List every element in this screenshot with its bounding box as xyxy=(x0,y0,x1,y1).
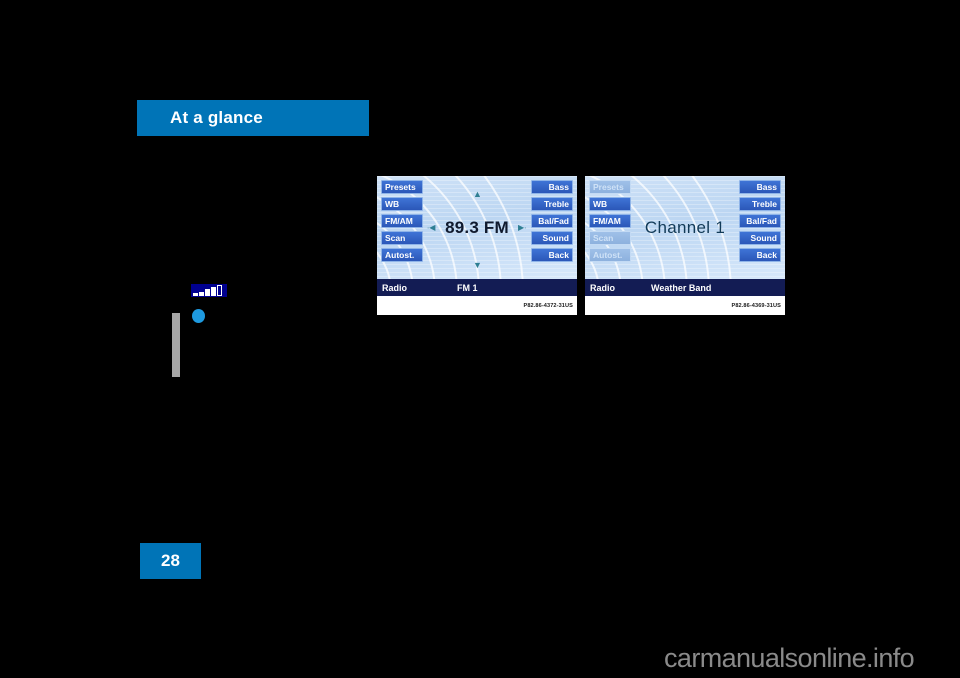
signal-bars-icon xyxy=(191,284,227,297)
signal-bar-1 xyxy=(193,293,198,296)
radio-screen-weather: Presets WB FM/AM Scan Autost. Bass Trebl… xyxy=(585,176,785,279)
softkey-scan[interactable]: Scan xyxy=(381,231,423,245)
blue-bullet-dot xyxy=(192,309,205,323)
left-button-column-fm: Presets WB FM/AM Scan Autost. xyxy=(381,180,423,262)
page-number-label: 28 xyxy=(161,551,180,570)
signal-bar-3 xyxy=(205,289,210,296)
frequency-display: 89.3 FM xyxy=(445,217,509,237)
figure-caption-fm: P82.86-4372-31US xyxy=(377,296,577,315)
softkey-treble[interactable]: Treble xyxy=(531,197,573,211)
arrow-left-icon[interactable]: ∙◀ xyxy=(427,224,435,232)
status-source-label: Radio xyxy=(382,282,408,293)
softkey-presets: Presets xyxy=(589,180,631,194)
radio-screen-fm: Presets WB FM/AM Scan Autost. Bass Trebl… xyxy=(377,176,577,279)
signal-bar-5 xyxy=(217,285,222,296)
arrow-up-icon[interactable]: ▲ xyxy=(473,190,482,199)
softkey-scan: Scan xyxy=(589,231,631,245)
right-button-column-weather: Bass Treble Bal/Fad Sound Back xyxy=(739,180,781,262)
softkey-bal-fad[interactable]: Bal/Fad xyxy=(739,214,781,228)
softkey-autostore[interactable]: Autost. xyxy=(381,248,423,262)
screen-center-weather: Channel 1 xyxy=(637,176,733,279)
softkey-wb[interactable]: WB xyxy=(589,197,631,211)
right-button-column-fm: Bass Treble Bal/Fad Sound Back xyxy=(531,180,573,262)
softkey-autostore: Autost. xyxy=(589,248,631,262)
softkey-back[interactable]: Back xyxy=(739,248,781,262)
gray-vertical-rule xyxy=(172,313,180,377)
arrow-right-icon[interactable]: ▶∙ xyxy=(518,224,526,232)
softkey-wb[interactable]: WB xyxy=(381,197,423,211)
status-source-label: Radio xyxy=(590,282,616,293)
left-button-column-weather: Presets WB FM/AM Scan Autost. xyxy=(589,180,631,262)
softkey-back[interactable]: Back xyxy=(531,248,573,262)
page-title: At a glance xyxy=(170,108,263,127)
softkey-sound[interactable]: Sound xyxy=(531,231,573,245)
softkey-bass[interactable]: Bass xyxy=(531,180,573,194)
softkey-treble[interactable]: Treble xyxy=(739,197,781,211)
page-number-badge: 28 xyxy=(140,543,201,579)
site-watermark: carmanualsonline.info xyxy=(664,643,915,673)
figure-caption-weather: P82.86-4369-31US xyxy=(585,296,785,315)
channel-display: Channel 1 xyxy=(644,217,726,237)
status-band-label: Weather Band xyxy=(651,282,712,293)
softkey-bass[interactable]: Bass xyxy=(739,180,781,194)
status-bar-fm: Radio FM 1 xyxy=(377,279,577,296)
status-band-label: FM 1 xyxy=(457,282,478,293)
arrow-down-icon[interactable]: ▼ xyxy=(473,261,482,270)
signal-bar-4 xyxy=(211,287,216,296)
signal-bar-2 xyxy=(199,292,204,296)
softkey-sound[interactable]: Sound xyxy=(739,231,781,245)
figure-radio-weather: Presets WB FM/AM Scan Autost. Bass Trebl… xyxy=(585,176,785,315)
figure-radio-fm: Presets WB FM/AM Scan Autost. Bass Trebl… xyxy=(377,176,577,315)
softkey-fm-am[interactable]: FM/AM xyxy=(381,214,423,228)
softkey-presets[interactable]: Presets xyxy=(381,180,423,194)
status-bar-weather: Radio Weather Band xyxy=(585,279,785,296)
softkey-bal-fad[interactable]: Bal/Fad xyxy=(531,214,573,228)
softkey-fm-am[interactable]: FM/AM xyxy=(589,214,631,228)
